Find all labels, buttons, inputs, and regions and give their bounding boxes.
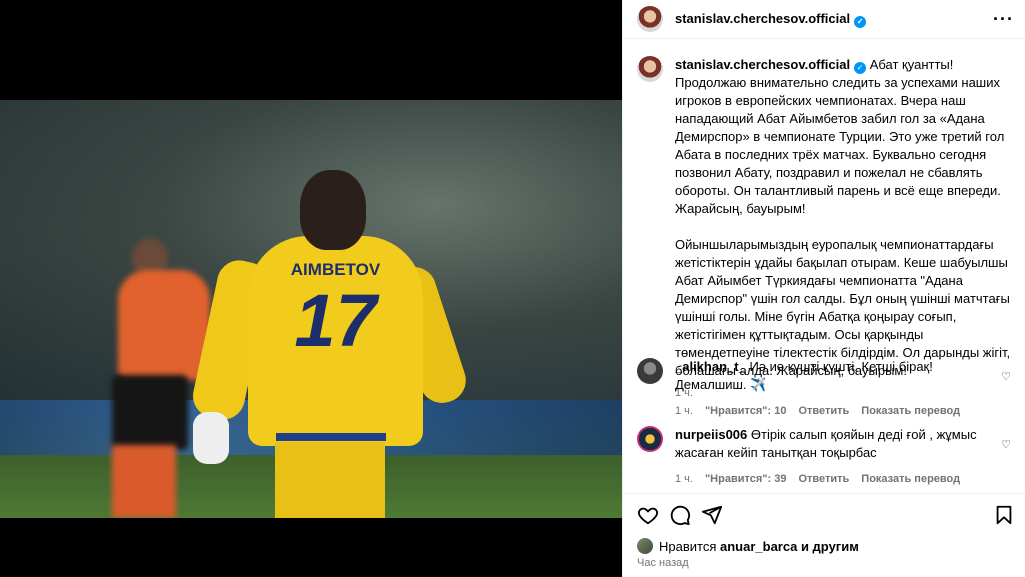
comment-time[interactable]: 1 ч.: [675, 470, 693, 488]
commenter-avatar[interactable]: [637, 358, 663, 384]
comment-heart-icon[interactable]: ♡: [1001, 370, 1011, 383]
translate-button[interactable]: Показать перевод: [861, 470, 960, 488]
caption-text: stanislav.cherchesov.official ✓ Абат қуан…: [675, 56, 1015, 380]
caption-body: Абат қуантты! Продолжаю внимательно след…: [675, 57, 1011, 378]
player-head: [300, 170, 366, 250]
post-media[interactable]: AIMBETOV 17: [0, 0, 622, 577]
shirt-name: AIMBETOV: [290, 260, 381, 279]
comment-likes[interactable]: "Нравится": 39: [705, 470, 786, 488]
shirt-number: 17: [294, 279, 377, 362]
actions-divider: [623, 493, 1025, 494]
comment-likes[interactable]: "Нравится": 10: [705, 402, 786, 420]
player-glove: [193, 412, 229, 464]
likes-suffix[interactable]: и другим: [801, 539, 859, 554]
post-caption: stanislav.cherchesov.official ✓ Абат қуан…: [637, 56, 1017, 399]
commenter-avatar[interactable]: [637, 426, 663, 452]
comment-icon[interactable]: [669, 504, 691, 526]
likes-summary[interactable]: Нравится anuar_barca и другим: [637, 538, 859, 554]
comment-heart-icon[interactable]: ♡: [1001, 438, 1011, 451]
reply-button[interactable]: Ответить: [798, 402, 849, 420]
liker-username[interactable]: anuar_barca: [720, 539, 797, 554]
instagram-post-modal: AIMBETOV 17 stanislav.cherchesov.officia…: [0, 0, 1025, 577]
referee-legs: [112, 445, 176, 518]
reply-button[interactable]: Ответить: [798, 470, 849, 488]
comment-username[interactable]: _alikhan_t_: [675, 359, 746, 374]
post-header: stanislav.cherchesov.official ✓ ···: [623, 0, 1025, 39]
referee-shorts: [112, 375, 188, 450]
caption-username[interactable]: stanislav.cherchesov.official: [675, 57, 850, 72]
post-timestamp[interactable]: Час назад: [637, 557, 689, 569]
post-sidebar: stanislav.cherchesov.official ✓ ··· stani…: [622, 0, 1025, 577]
heart-icon[interactable]: [637, 504, 659, 526]
player-shorts: [275, 442, 385, 518]
post-actions: [637, 504, 1017, 528]
share-icon[interactable]: [701, 504, 723, 526]
author-username[interactable]: stanislav.cherchesov.official ✓: [675, 11, 867, 28]
referee-shirt: [118, 270, 210, 380]
more-options-icon[interactable]: ···: [993, 9, 1014, 30]
comment-time[interactable]: 1 ч.: [675, 402, 693, 420]
caption-author-avatar[interactable]: [637, 56, 663, 82]
verified-badge-icon: ✓: [854, 62, 867, 74]
liker-avatar[interactable]: [637, 538, 653, 554]
comment-username[interactable]: nurpeiis006: [675, 427, 747, 442]
verified-badge-icon: ✓: [854, 15, 867, 28]
author-avatar[interactable]: [637, 6, 663, 32]
bookmark-icon[interactable]: [993, 504, 1015, 526]
likes-prefix: Нравится: [659, 538, 717, 554]
translate-button[interactable]: Показать перевод: [861, 402, 960, 420]
shirt-stripe: [276, 433, 386, 441]
comment-item: _alikhan_t_ Иә иә күшті күшті. Кетші бір…: [637, 358, 1025, 420]
comment-item: nurpeiis006 Өтірік салып қояйын деді ғой…: [637, 426, 1025, 488]
post-photo[interactable]: AIMBETOV 17: [0, 100, 622, 518]
